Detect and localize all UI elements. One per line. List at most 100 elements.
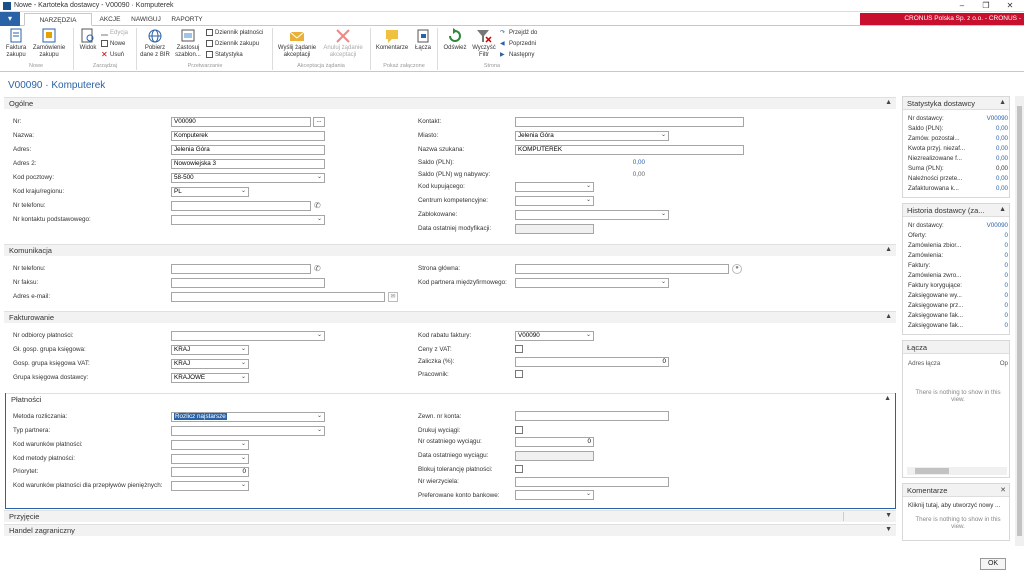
kom-nr-telefonu-input[interactable]: [171, 264, 311, 274]
poprzedni-button[interactable]: ◀ Poprzedni: [500, 40, 536, 48]
nazwa-szukana-input[interactable]: KOMPUTEREK: [515, 145, 744, 155]
scrollbar-thumb[interactable]: [1017, 106, 1022, 536]
lacza-button[interactable]: Łącza: [412, 28, 434, 52]
zastosuj-szablon-button[interactable]: Zastosuj szablon...: [172, 28, 204, 59]
chevron-up-icon[interactable]: ▲: [999, 206, 1006, 213]
chevron-down-icon[interactable]: ▼: [885, 526, 892, 533]
minimize-button[interactable]: –: [950, 0, 974, 12]
gosp-vat-label: Gosp. grupa księgowa VAT:: [13, 360, 90, 367]
new-comment-link[interactable]: Kliknij tutaj, aby utworzyć nowy ...: [908, 502, 1008, 509]
typ-partnera-select[interactable]: ⌄: [171, 426, 325, 436]
tab-akcje[interactable]: AKCJE: [96, 13, 124, 26]
comment-icon: [383, 28, 401, 44]
horizontal-scrollbar[interactable]: [907, 467, 1007, 475]
zaliczka-input[interactable]: 0: [515, 357, 669, 367]
strona-glowna-input[interactable]: [515, 264, 729, 274]
nazwa-input[interactable]: Komputerek: [171, 131, 325, 141]
chevron-up-icon[interactable]: ▲: [999, 99, 1006, 106]
section-header-handel[interactable]: Handel zagraniczny ▼: [4, 524, 896, 536]
kod-rabatu-select[interactable]: V00090 ⌄: [515, 331, 594, 341]
dziennik-zakupu-button[interactable]: Dziennik zakupu: [206, 40, 259, 48]
maximize-button[interactable]: ❐: [974, 0, 998, 12]
kod-pocztowy-select[interactable]: 58-500 ⌄: [171, 173, 325, 183]
wyslij-zadanie-button[interactable]: Wyślij żądanie akceptacji: [275, 28, 319, 59]
wyczysc-filtr-button[interactable]: Wyczyść Filtr: [471, 28, 497, 59]
company-badge[interactable]: CRONUS Polska Sp. z o.o. - CRONUS - a345…: [860, 13, 1024, 34]
tab-narzedzia-glowne[interactable]: NARZĘDZIA GŁÓWNE: [24, 13, 92, 37]
kod-przeplywow-select[interactable]: ⌄: [171, 481, 249, 491]
nr-kontaktu-select[interactable]: ⌄: [171, 215, 325, 225]
gosp-vat-select[interactable]: KRAJ ⌄: [171, 359, 249, 369]
adres-input[interactable]: Jelenia Góra: [171, 145, 325, 155]
faktura-zakupu-button[interactable]: Faktura zakupu: [3, 28, 29, 59]
adres2-input[interactable]: Nowowiejska 3: [171, 159, 325, 169]
tab-nawiguj[interactable]: NAWIGUJ: [128, 13, 164, 26]
scrollbar-thumb[interactable]: [915, 468, 949, 474]
nr-assist-button[interactable]: ...: [313, 117, 325, 127]
close-icon[interactable]: ✕: [1000, 486, 1006, 494]
odswiez-button[interactable]: Odśwież: [440, 28, 470, 52]
dziennik-platnosci-button[interactable]: Dziennik płatności: [206, 29, 263, 37]
section-header-przyjecie[interactable]: Przyjęcie ▼: [4, 510, 896, 522]
widok-button[interactable]: Widok: [76, 28, 100, 52]
nr-faksu-input[interactable]: [171, 278, 325, 288]
pobierz-bir-button[interactable]: Pobierz dane z BIR: [139, 28, 171, 59]
file-menu-button[interactable]: ▾: [0, 12, 20, 26]
kontakt-input[interactable]: [515, 117, 744, 127]
grupa-dostawcy-select[interactable]: KRAJOWE ⌄: [171, 373, 249, 383]
drukuj-wyciagi-checkbox[interactable]: [515, 426, 523, 434]
zablokowane-select[interactable]: ⌄: [515, 210, 669, 220]
saldo-value[interactable]: 0,00: [600, 159, 645, 166]
kod-partnera-select[interactable]: ⌄: [515, 278, 669, 288]
statystyka-button[interactable]: Statystyka: [206, 51, 243, 59]
nr-odbiorcy-label: Nr odbiorcy płatności:: [13, 332, 74, 339]
komentarze-button[interactable]: Komentarze: [373, 28, 411, 52]
edycja-button[interactable]: Edycja: [101, 29, 128, 37]
nowe-button[interactable]: Nowe: [101, 40, 125, 48]
chevron-down-icon[interactable]: ▼: [885, 512, 892, 519]
tab-raporty[interactable]: RAPORTY: [168, 13, 206, 26]
nastepny-button[interactable]: ▶ Następny: [500, 51, 534, 59]
nr-telefonu-input[interactable]: [171, 201, 311, 211]
centrum-select[interactable]: ⌄: [515, 196, 594, 206]
usun-button[interactable]: ✕ Usuń: [101, 51, 124, 59]
blokuj-tolerancje-checkbox[interactable]: [515, 465, 523, 473]
nr-input[interactable]: V00090: [171, 117, 311, 127]
zewn-nr-konta-input[interactable]: [515, 411, 669, 421]
section-header-fakturowanie[interactable]: Fakturowanie ▲: [4, 311, 896, 323]
links-column-header: Adres łącza Op: [908, 360, 1008, 367]
previous-icon: ◀: [500, 41, 505, 47]
przejdz-do-button[interactable]: ↷ Przejdź do: [500, 29, 537, 37]
anuluj-zadanie-button[interactable]: Anuluj żądanie akceptacji: [320, 28, 366, 59]
ok-button[interactable]: OK: [980, 558, 1006, 570]
gl-gosp-select[interactable]: KRAJ ⌄: [171, 345, 249, 355]
chevron-up-icon[interactable]: ▲: [884, 395, 891, 402]
miasto-select[interactable]: Jelenia Góra ⌄: [515, 131, 669, 141]
email-input[interactable]: [171, 292, 385, 302]
chevron-up-icon[interactable]: ▲: [885, 313, 892, 320]
close-button[interactable]: ✕: [998, 0, 1022, 12]
kod-warunkow-select[interactable]: ⌄: [171, 440, 249, 450]
web-icon[interactable]: ●: [732, 264, 742, 274]
kod-kraju-select[interactable]: PL ⌄: [171, 187, 249, 197]
kod-kupujacego-select[interactable]: ⌄: [515, 182, 594, 192]
chevron-up-icon[interactable]: ▲: [885, 246, 892, 253]
chevron-up-icon[interactable]: ▲: [885, 99, 892, 106]
email-icon[interactable]: ✉: [388, 292, 398, 302]
section-header-platnosci[interactable]: Płatności ▲: [6, 393, 895, 405]
ceny-vat-checkbox[interactable]: [515, 345, 523, 353]
section-header-komunikacja[interactable]: Komunikacja ▲: [4, 244, 896, 256]
section-header-ogolne[interactable]: Ogólne ▲: [4, 97, 896, 109]
pracownik-checkbox[interactable]: [515, 370, 523, 378]
zamowienie-zakupu-button[interactable]: Zamówienie zakupu: [30, 28, 68, 59]
priorytet-input[interactable]: 0: [171, 467, 249, 477]
metoda-rozliczania-select[interactable]: Rozlicz najstarsze ⌄: [171, 412, 325, 422]
preferowane-konto-select[interactable]: ⌄: [515, 490, 594, 500]
vertical-scrollbar[interactable]: [1015, 96, 1024, 546]
nr-wyciagu-input[interactable]: 0: [515, 437, 594, 447]
phone-icon[interactable]: ✆: [314, 201, 321, 210]
nr-wierzyciela-input[interactable]: [515, 477, 669, 487]
kod-metody-select[interactable]: ⌄: [171, 454, 249, 464]
nr-odbiorcy-select[interactable]: ⌄: [171, 331, 325, 341]
phone-icon[interactable]: ✆: [314, 264, 321, 273]
